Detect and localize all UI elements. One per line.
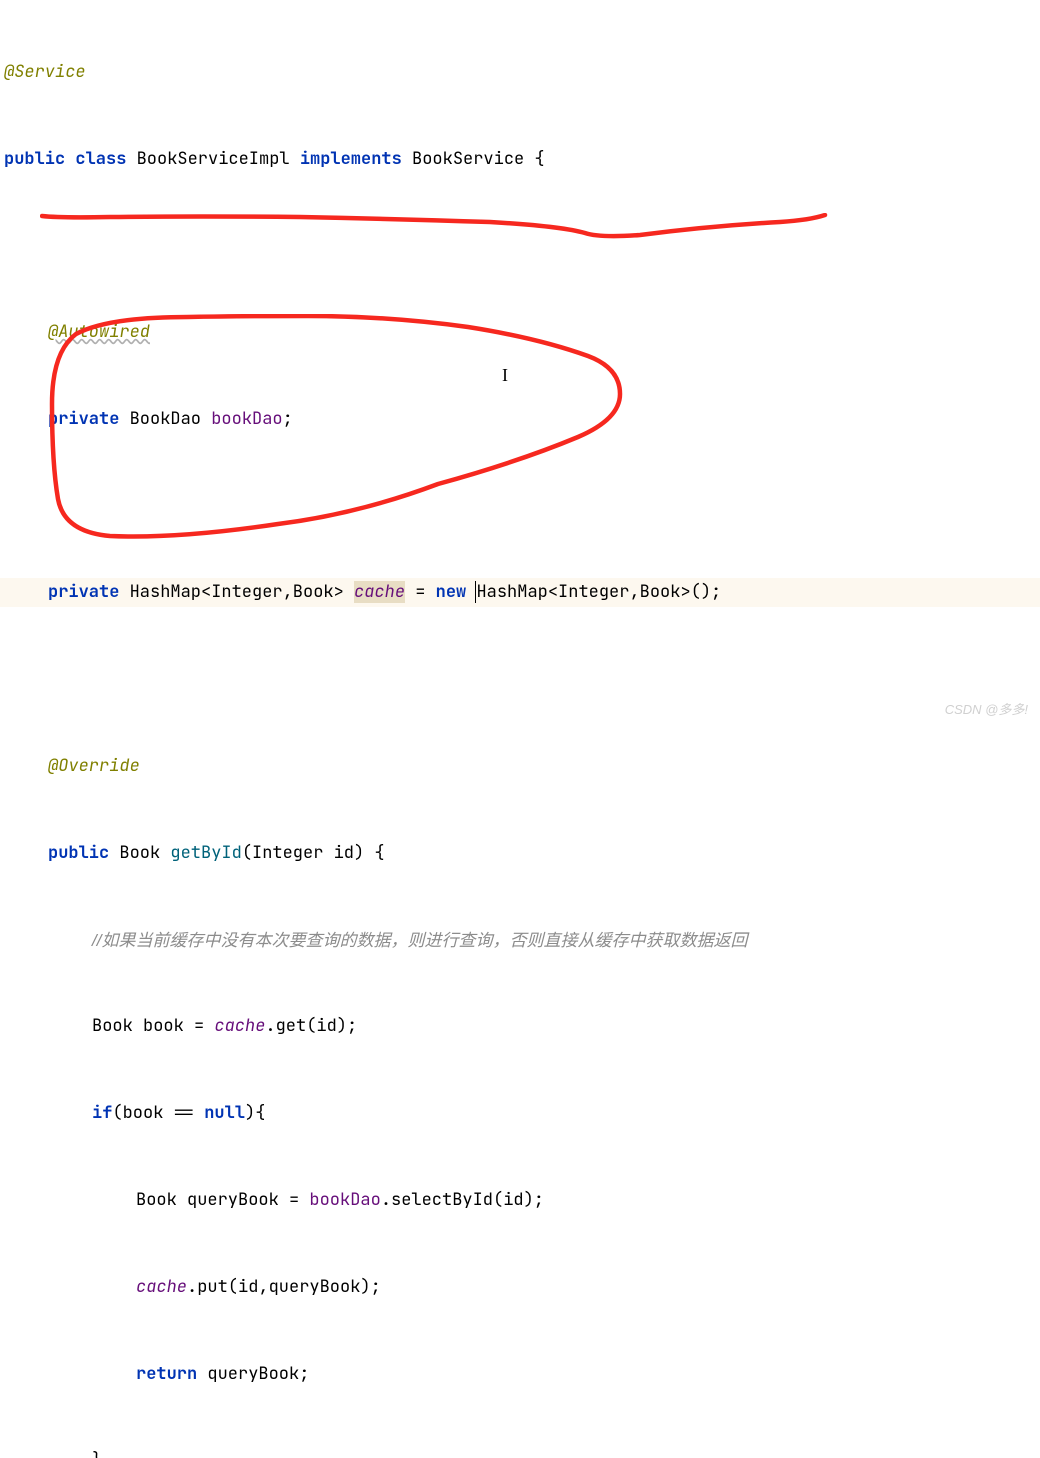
- code-line-blank: [0, 665, 1040, 694]
- annotation-override: @Override: [48, 755, 140, 777]
- code-line: return queryBook;: [0, 1360, 1040, 1389]
- code-line-blank: [0, 492, 1040, 521]
- code-line: private BookDao bookDao;: [0, 405, 1040, 434]
- code-editor: @Service public class BookServiceImpl im…: [0, 0, 1040, 1458]
- annotation-service: @Service: [4, 61, 86, 83]
- code-line-blank: [0, 231, 1040, 260]
- code-line: }: [0, 1446, 1040, 1458]
- code-line: Book queryBook = bookDao.selectById(id);: [0, 1186, 1040, 1215]
- code-line: if(book == null){: [0, 1099, 1040, 1128]
- comment-cache-logic: //如果当前缓存中没有本次要查询的数据，则进行查询，否则直接从缓存中获取数据返回: [92, 931, 747, 950]
- code-line: //如果当前缓存中没有本次要查询的数据，则进行查询，否则直接从缓存中获取数据返回: [0, 926, 1040, 955]
- code-line: public Book getById(Integer id) {: [0, 839, 1040, 868]
- code-line: public class BookServiceImpl implements …: [0, 145, 1040, 174]
- code-line-highlighted: private HashMap<Integer,Book> cache = ne…: [0, 578, 1040, 607]
- code-line: cache.put(id,queryBook);: [0, 1273, 1040, 1302]
- code-line: @Autowired: [0, 318, 1040, 347]
- watermark: CSDN @多多!: [945, 699, 1028, 721]
- code-line: @Override: [0, 752, 1040, 781]
- annotation-autowired: @Autowired: [48, 321, 150, 343]
- code-line: @Service: [0, 58, 1040, 87]
- code-line: Book book = cache.get(id);: [0, 1012, 1040, 1041]
